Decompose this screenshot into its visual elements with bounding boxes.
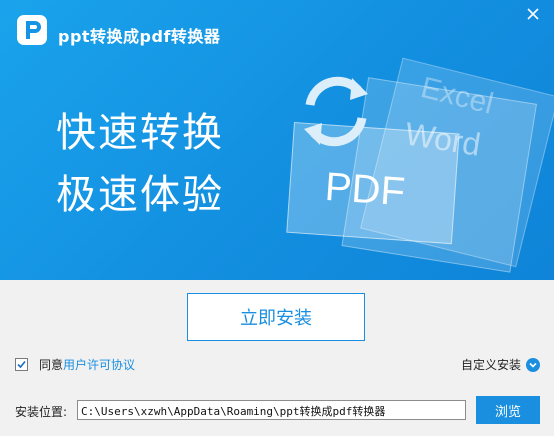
install-path-input[interactable]: C:\Users\xzwh\AppData\Roaming\ppt转换成pdf转… [77,400,466,420]
header-banner: ppt转换成pdf转换器 快速转换 极速体验 Excel Word PDF [0,0,554,280]
agree-checkbox[interactable] [15,357,28,371]
chevron-down-icon [526,357,540,372]
close-icon[interactable] [522,3,544,25]
art-label-pdf: PDF [324,165,407,214]
install-now-button[interactable]: 立即安装 [187,293,365,341]
custom-install-label: 自定义安装 [460,358,521,372]
license-agreement-link[interactable]: 用户许可协议 [63,356,135,373]
browse-button[interactable]: 浏览 [476,396,540,424]
custom-install-toggle[interactable]: 自定义安装 [461,356,540,373]
app-logo-icon [17,15,47,45]
document-conversion-illustration: Excel Word PDF [286,57,554,273]
license-agreement-row: 同意 用户许可协议 [15,356,135,372]
agree-label: 同意 [39,357,64,372]
install-path-label: 安装位置: [15,405,68,419]
checkmark-icon [17,360,26,368]
app-title: ppt转换成pdf转换器 [58,27,221,46]
slogan-line-1: 快速转换 [56,110,224,156]
slogan-line-2: 极速体验 [56,172,224,218]
